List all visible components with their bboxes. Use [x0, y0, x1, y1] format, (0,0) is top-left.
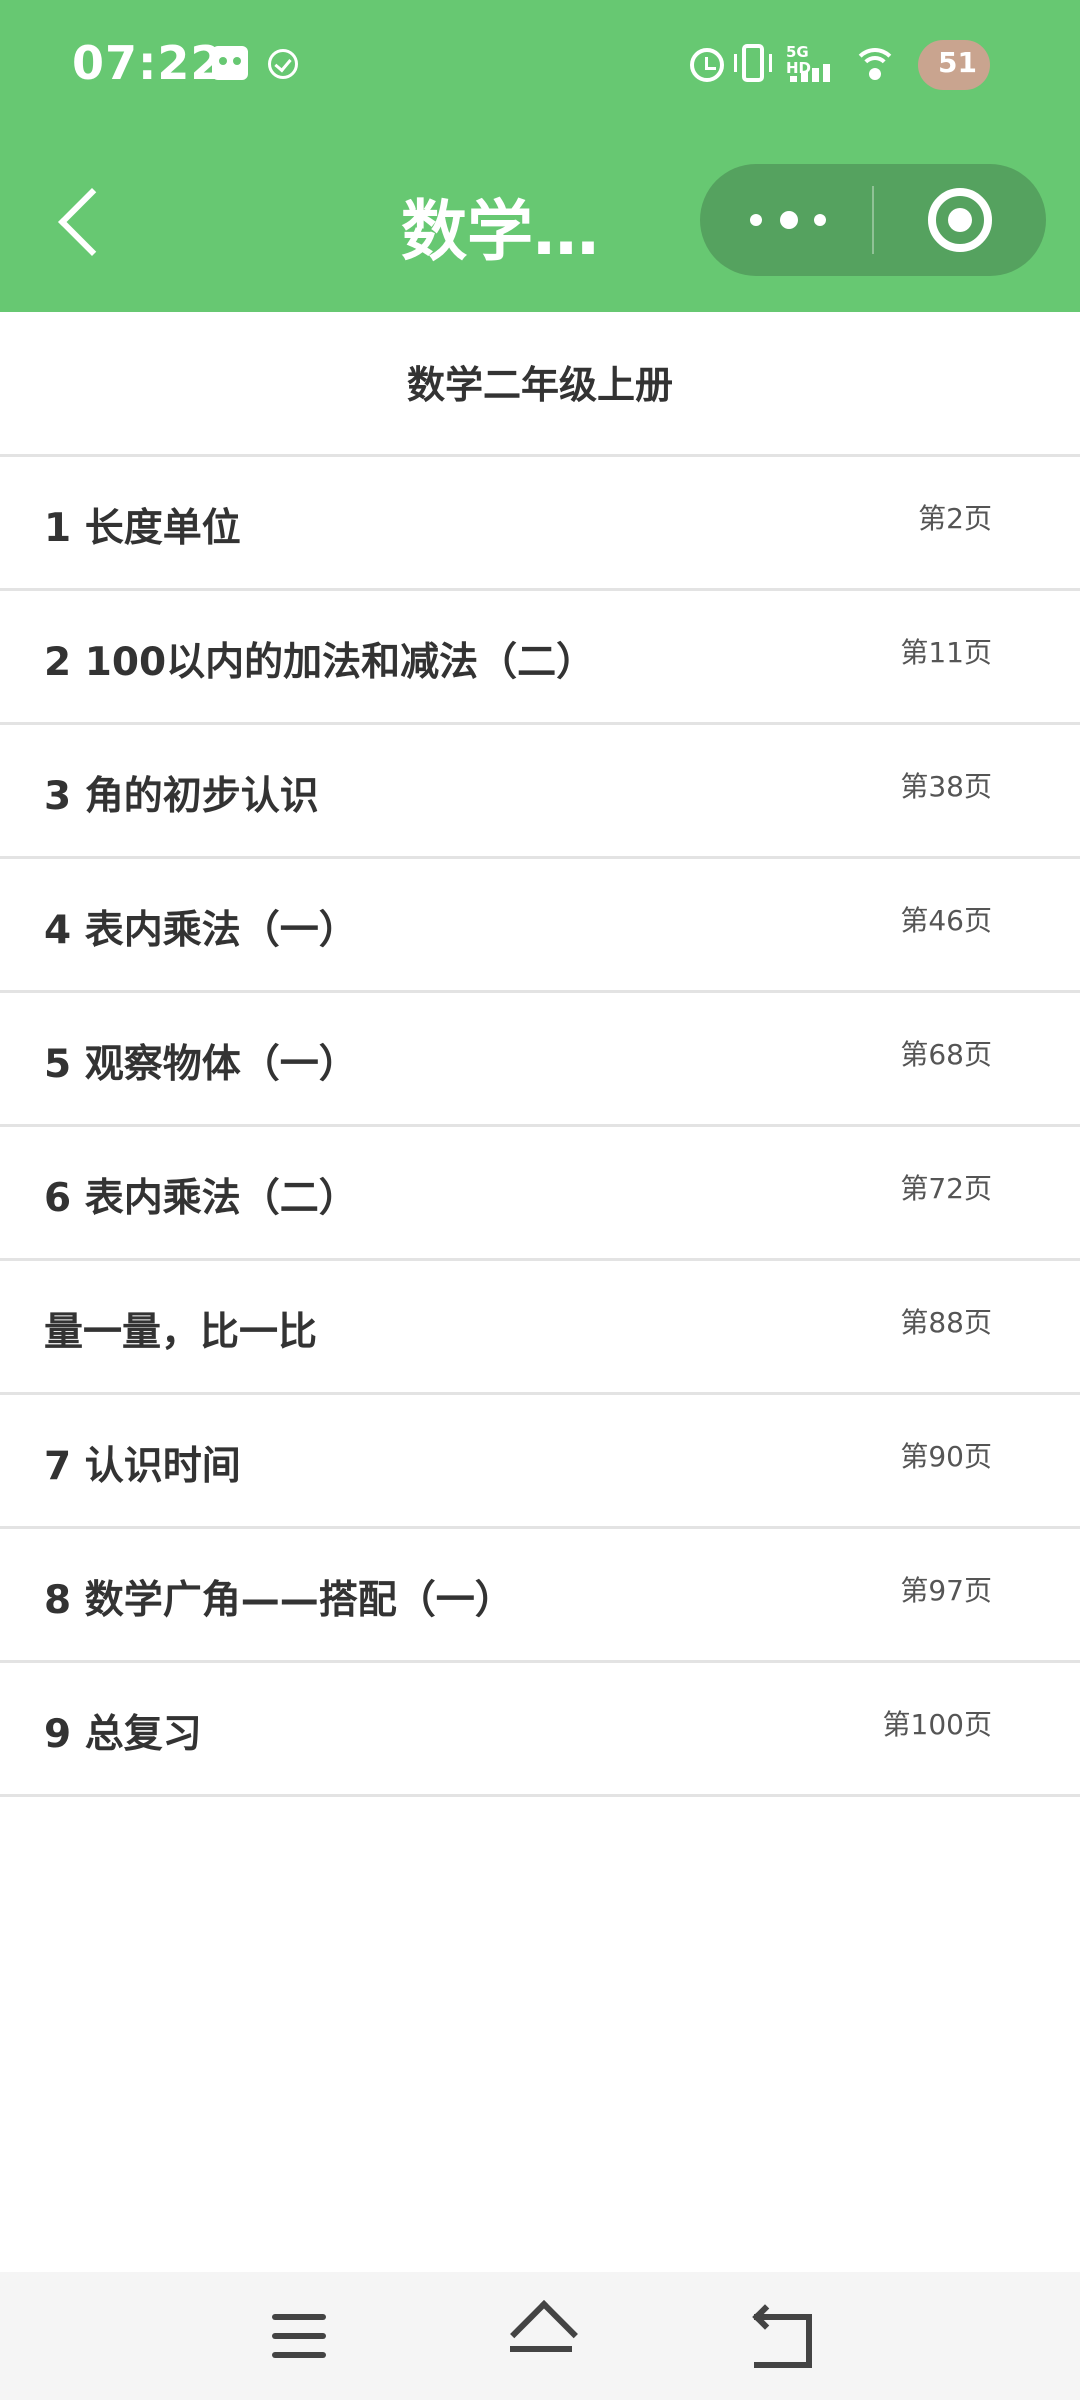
- chapter-page: 第68页: [900, 1038, 992, 1071]
- chapter-page: 第38页: [900, 770, 992, 803]
- chapter-row[interactable]: 5 观察物体（一） 第68页: [0, 990, 1080, 1124]
- menu-icon[interactable]: [272, 2314, 326, 2358]
- system-nav-bar: [0, 2272, 1080, 2400]
- chapter-row[interactable]: 3 角的初步认识 第38页: [0, 722, 1080, 856]
- chapter-row[interactable]: 1 长度单位 第2页: [0, 454, 1080, 588]
- more-dots-icon-center: [780, 211, 798, 229]
- check-circle-icon: [268, 49, 298, 79]
- chapter-page: 第2页: [918, 502, 992, 535]
- chapter-page: 第100页: [882, 1708, 992, 1741]
- chapter-row[interactable]: 9 总复习 第100页: [0, 1660, 1080, 1797]
- chapter-title: 3 角的初步认识: [44, 774, 319, 819]
- chapter-title: 8 数学广角——搭配（一）: [44, 1578, 514, 1623]
- alarm-icon: [690, 48, 724, 82]
- book-title: 数学二年级上册: [406, 363, 673, 407]
- chapter-page: 第46页: [900, 904, 992, 937]
- more-dots-icon: [750, 214, 762, 226]
- chapter-title: 1 长度单位: [44, 506, 241, 551]
- chapter-page: 第88页: [900, 1306, 992, 1339]
- chapter-title: 7 认识时间: [44, 1444, 241, 1489]
- chapter-title: 4 表内乘法（一）: [44, 908, 358, 953]
- app-notification-icon: [212, 46, 248, 80]
- chapter-row[interactable]: 2 100以内的加法和减法（二） 第11页: [0, 588, 1080, 722]
- vibrate-icon: [734, 44, 772, 82]
- chapter-title: 9 总复习: [44, 1712, 202, 1757]
- home-icon[interactable]: [506, 2302, 576, 2364]
- chapter-row[interactable]: 8 数学广角——搭配（一） 第97页: [0, 1526, 1080, 1660]
- chapter-page: 第11页: [900, 636, 992, 669]
- chapter-title: 5 观察物体（一）: [44, 1042, 358, 1087]
- close-miniapp-button[interactable]: [874, 164, 1046, 276]
- chapter-list: 1 长度单位 第2页 2 100以内的加法和减法（二） 第11页 3 角的初步认…: [0, 454, 1080, 1797]
- chapter-page: 第97页: [900, 1574, 992, 1607]
- chapter-title: 量一量，比一比: [44, 1310, 318, 1355]
- chapter-title: 2 100以内的加法和减法（二）: [44, 640, 596, 685]
- chapter-page: 第72页: [900, 1172, 992, 1205]
- page-title: 数学…: [401, 193, 599, 270]
- chapter-row[interactable]: 4 表内乘法（一） 第46页: [0, 856, 1080, 990]
- back-icon[interactable]: [754, 2308, 812, 2368]
- status-time: 07:22: [72, 36, 224, 90]
- back-button[interactable]: [52, 180, 116, 260]
- chapter-page: 第90页: [900, 1440, 992, 1473]
- chapter-title: 6 表内乘法（二）: [44, 1176, 358, 1221]
- more-button[interactable]: [700, 164, 872, 276]
- chapter-row[interactable]: 7 认识时间 第90页: [0, 1392, 1080, 1526]
- chapter-row[interactable]: 量一量，比一比 第88页: [0, 1258, 1080, 1392]
- signal-icon: [788, 62, 838, 82]
- wifi-icon: [852, 46, 898, 82]
- battery-level: 51: [938, 46, 977, 79]
- header-bar: 07:22 5G HD 51 数学…: [0, 0, 1080, 312]
- chapter-row[interactable]: 6 表内乘法（二） 第72页: [0, 1124, 1080, 1258]
- more-dots-icon-right: [814, 214, 826, 226]
